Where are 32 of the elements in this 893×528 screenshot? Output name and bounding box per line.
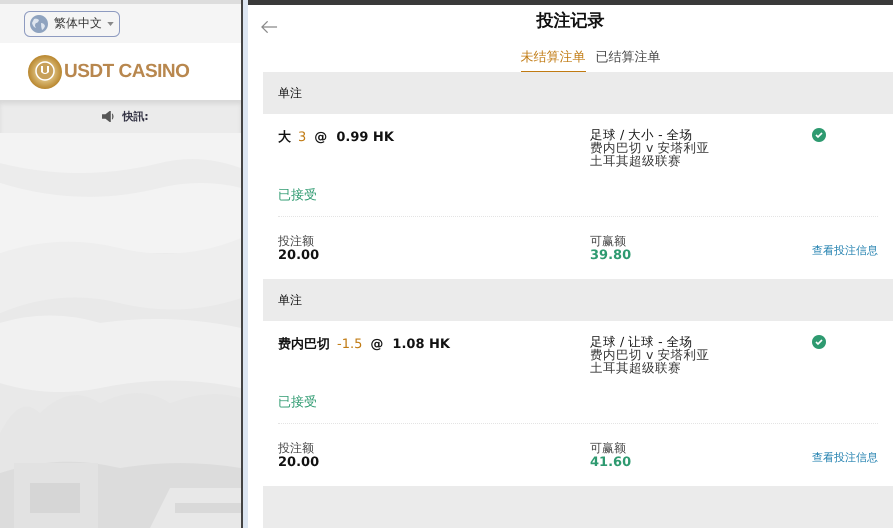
speaker-icon — [102, 111, 116, 122]
news-label: 快訊: — [122, 109, 149, 124]
market-text: 足球 / 大小 - 全场 — [590, 128, 693, 141]
match-text: 费内巴切 v 安塔利亚 — [590, 141, 710, 154]
logo-text: USDT CASINO — [64, 60, 190, 82]
bet-type-label: 单注 — [278, 84, 302, 102]
payout-value: 41.60 — [590, 454, 632, 470]
coin-logo-icon — [27, 54, 63, 90]
status-text: 已接受 — [278, 394, 318, 412]
stake-label: 投注额 — [278, 440, 315, 454]
globe-icon — [29, 14, 49, 34]
bet-selection: 大 3 @ 0.99 HK — [278, 129, 396, 146]
match-text: 费内巴切 v 安塔利亚 — [590, 348, 710, 361]
stake-label: 投注额 — [278, 234, 315, 248]
status-text: 已接受 — [278, 186, 318, 204]
league-text: 土耳其超级联赛 — [590, 361, 681, 374]
league-text: 土耳其超级联赛 — [590, 154, 681, 167]
tab[interactable]: 已结算注单 — [596, 35, 660, 72]
payout-label: 可赢额 — [590, 234, 627, 248]
language-dropdown[interactable]: 繁体中文 — [24, 10, 120, 36]
bet-details-link[interactable]: 查看投注信息 — [812, 450, 878, 465]
bet-selection: 费内巴切 -1.5 @ 1.08 HK — [278, 336, 452, 353]
page-title: 投注记录 — [536, 10, 604, 32]
caret-icon — [107, 22, 114, 26]
bet-details-link[interactable]: 查看投注信息 — [812, 242, 878, 258]
payout-label: 可赢额 — [590, 440, 627, 454]
stake-value: 20.00 — [278, 454, 320, 470]
back-arrow-icon[interactable] — [261, 20, 278, 34]
bet-type-label: 单注 — [278, 292, 302, 308]
market-text: 足球 / 让球 - 全场 — [590, 335, 693, 348]
stake-value: 20.00 — [278, 248, 320, 262]
payout-value: 39.80 — [590, 248, 632, 262]
